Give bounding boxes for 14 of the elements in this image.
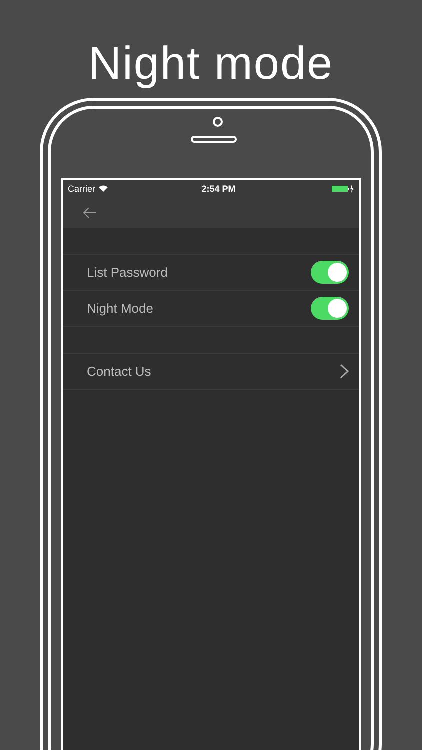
- setting-label: Night Mode: [87, 301, 154, 316]
- camera-icon: [213, 117, 223, 127]
- speaker-icon: [191, 136, 237, 143]
- toggle-switch[interactable]: [311, 261, 349, 284]
- status-time: 2:54 PM: [200, 184, 237, 194]
- setting-label: List Password: [87, 265, 168, 280]
- chevron-right-icon[interactable]: [340, 364, 349, 379]
- battery-icon: [332, 184, 354, 192]
- setting-label: Contact Us: [87, 364, 152, 379]
- wifi-icon: [98, 185, 108, 192]
- back-arrow-icon[interactable]: [83, 206, 97, 218]
- headline: Night mode: [87, 36, 335, 91]
- toggle-switch[interactable]: [311, 297, 349, 320]
- carrier-label: Carrier: [68, 184, 96, 194]
